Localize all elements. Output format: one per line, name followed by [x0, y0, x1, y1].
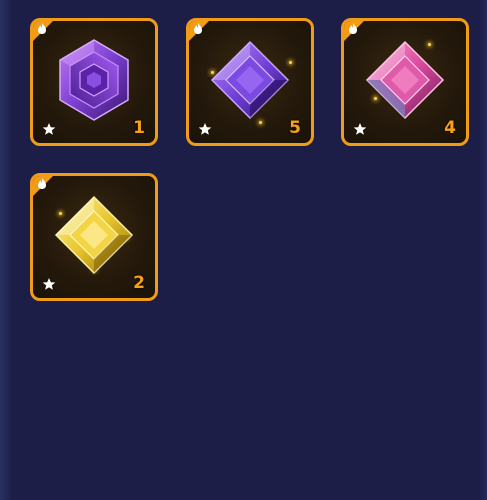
item-count: 1: [133, 118, 145, 138]
star-icon: [198, 123, 212, 135]
item-grid: 1 5 4 2: [0, 0, 487, 500]
inventory-slot-violet-diamond-gem[interactable]: 5: [186, 18, 314, 146]
item-count: 4: [444, 118, 456, 138]
inventory-slot-pink-diamond-gem[interactable]: 4: [341, 18, 469, 146]
yellow-diamond-gem-icon: [54, 195, 134, 275]
violet-diamond-gem-icon: [210, 40, 290, 120]
inventory-screen: 1 5 4 2: [0, 0, 487, 500]
item-count: 5: [289, 118, 301, 138]
star-icon: [353, 123, 367, 135]
inventory-slot-purple-hexagon-gem[interactable]: 1: [30, 18, 158, 146]
item-count: 2: [133, 273, 145, 293]
star-icon: [42, 123, 56, 135]
pink-diamond-gem-icon: [365, 40, 445, 120]
purple-hexagon-gem-icon: [59, 39, 129, 121]
inventory-slot-yellow-diamond-gem[interactable]: 2: [30, 173, 158, 301]
star-icon: [42, 278, 56, 290]
